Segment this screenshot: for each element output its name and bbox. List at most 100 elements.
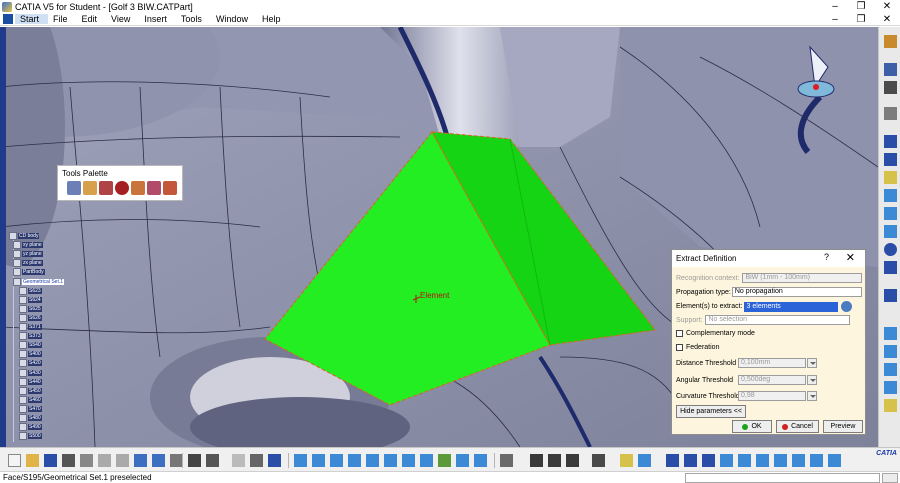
tree-node[interactable]: S500	[19, 432, 42, 441]
menu-help[interactable]: Help	[257, 14, 290, 24]
power-input-button[interactable]	[882, 473, 898, 483]
print-icon[interactable]	[62, 454, 75, 467]
restore-button[interactable]: ❐	[848, 0, 874, 13]
tree-node[interactable]: yz plane	[13, 250, 43, 259]
menu-tools[interactable]: Tools	[176, 14, 211, 24]
curvature-spinner[interactable]	[807, 391, 817, 401]
extrude-icon[interactable]	[884, 189, 897, 202]
copy-icon[interactable]	[98, 454, 111, 467]
sketch-icon[interactable]	[83, 181, 97, 195]
rules-icon[interactable]	[638, 454, 651, 467]
hide-parameters-button[interactable]: Hide parameters <<	[676, 405, 746, 418]
document-icon[interactable]	[3, 14, 13, 24]
power-copy-icon[interactable]	[566, 454, 579, 467]
preview-button[interactable]: Preview	[823, 420, 863, 433]
plane-surface-icon[interactable]	[884, 171, 897, 184]
doc-minimize-button[interactable]: –	[822, 13, 848, 26]
close-window-button[interactable]: ✕	[874, 0, 900, 13]
redo-icon[interactable]	[152, 454, 165, 467]
swap-space-icon[interactable]	[474, 454, 487, 467]
axis-system-icon[interactable]	[684, 454, 697, 467]
tree-node[interactable]: xy plane	[13, 241, 43, 250]
distance-field[interactable]: 0,100mm	[738, 358, 806, 368]
tree-node[interactable]: S540	[19, 341, 42, 350]
tools-palette[interactable]: Tools Palette	[57, 165, 183, 201]
revolve-icon[interactable]	[884, 207, 897, 220]
compass-icon[interactable]	[702, 454, 715, 467]
tree-node[interactable]: S480	[19, 414, 42, 422]
minimize-button[interactable]: –	[822, 0, 848, 13]
ok-button[interactable]: OK	[732, 420, 772, 433]
tree-node[interactable]: S450	[19, 386, 42, 395]
grid-icon[interactable]	[232, 454, 245, 467]
tree-node[interactable]: PartBody	[13, 268, 45, 277]
angular-field[interactable]: 0,500deg	[738, 375, 806, 385]
tree-node[interactable]: S373	[19, 332, 42, 341]
circle-icon[interactable]	[884, 243, 897, 256]
tree-node[interactable]: S430	[19, 368, 42, 377]
analysis-icon[interactable]	[268, 454, 281, 467]
spline-icon[interactable]	[884, 261, 897, 274]
normal-view-icon[interactable]	[402, 454, 415, 467]
fill-icon[interactable]	[884, 327, 897, 340]
sketcher-icon[interactable]	[884, 81, 897, 94]
comment-icon[interactable]	[206, 454, 219, 467]
extract-icon[interactable]	[884, 399, 897, 412]
update-icon[interactable]	[666, 454, 679, 467]
iso-view-icon[interactable]	[420, 454, 433, 467]
open-icon[interactable]	[26, 454, 39, 467]
explode-icon[interactable]	[828, 454, 841, 467]
scaling-icon[interactable]	[756, 454, 769, 467]
angular-spinner[interactable]	[807, 375, 817, 385]
workbench-icon[interactable]	[884, 35, 897, 48]
tree-node[interactable]: S470	[19, 404, 42, 413]
pan-icon[interactable]	[330, 454, 343, 467]
tree-node[interactable]: S371	[19, 323, 42, 331]
menu-edit[interactable]: Edit	[77, 14, 107, 24]
measure-between-icon[interactable]	[500, 454, 513, 467]
cut-icon[interactable]	[80, 454, 93, 467]
symmetry-icon[interactable]	[738, 454, 751, 467]
tree-node[interactable]: S490	[19, 423, 42, 432]
duplicate-icon[interactable]	[810, 454, 823, 467]
feature-icon[interactable]	[147, 181, 161, 195]
complementary-row[interactable]: Complementary mode	[676, 330, 755, 337]
doc-close-button[interactable]: ✕	[874, 13, 900, 26]
tree-node[interactable]: S460	[19, 395, 42, 404]
join-icon[interactable]	[884, 363, 897, 376]
new-icon[interactable]	[8, 454, 21, 467]
tree-node[interactable]: S400	[19, 350, 42, 359]
rotate-icon[interactable]	[348, 454, 361, 467]
knowledge-icon[interactable]	[620, 454, 633, 467]
select-icon[interactable]	[67, 181, 81, 195]
measure-icon[interactable]	[131, 181, 145, 195]
plane-icon[interactable]	[884, 107, 897, 120]
curvature-field[interactable]: 0,98	[738, 391, 806, 401]
elements-list-icon[interactable]	[840, 301, 852, 312]
zoom-in-icon[interactable]	[366, 454, 379, 467]
export-icon[interactable]	[163, 181, 177, 195]
tree-node[interactable]: S420	[19, 359, 42, 368]
hide-show-icon[interactable]	[456, 454, 469, 467]
snap-icon[interactable]	[250, 454, 263, 467]
blend-icon[interactable]	[884, 345, 897, 358]
line-icon[interactable]	[884, 153, 897, 166]
tree-node[interactable]: CD body	[9, 232, 40, 240]
macro-icon[interactable]	[592, 454, 605, 467]
tree-node[interactable]: Geometrical Set.1	[13, 277, 65, 286]
split-icon[interactable]	[884, 381, 897, 394]
tree-node[interactable]: S626	[19, 313, 42, 322]
curve-icon[interactable]	[884, 289, 897, 302]
fly-mode-icon[interactable]	[294, 454, 307, 467]
menu-window[interactable]: Window	[211, 14, 257, 24]
catalog-icon[interactable]	[530, 454, 543, 467]
menu-start[interactable]: Start	[15, 14, 49, 24]
fit-all-icon[interactable]	[312, 454, 325, 467]
menu-insert[interactable]: Insert	[139, 14, 176, 24]
elements-field[interactable]: 3 elements	[743, 301, 838, 312]
record-icon[interactable]	[115, 181, 129, 195]
affinity-icon[interactable]	[774, 454, 787, 467]
cancel-button[interactable]: Cancel	[776, 420, 819, 433]
save-icon[interactable]	[44, 454, 57, 467]
power-input-field[interactable]	[685, 473, 880, 483]
